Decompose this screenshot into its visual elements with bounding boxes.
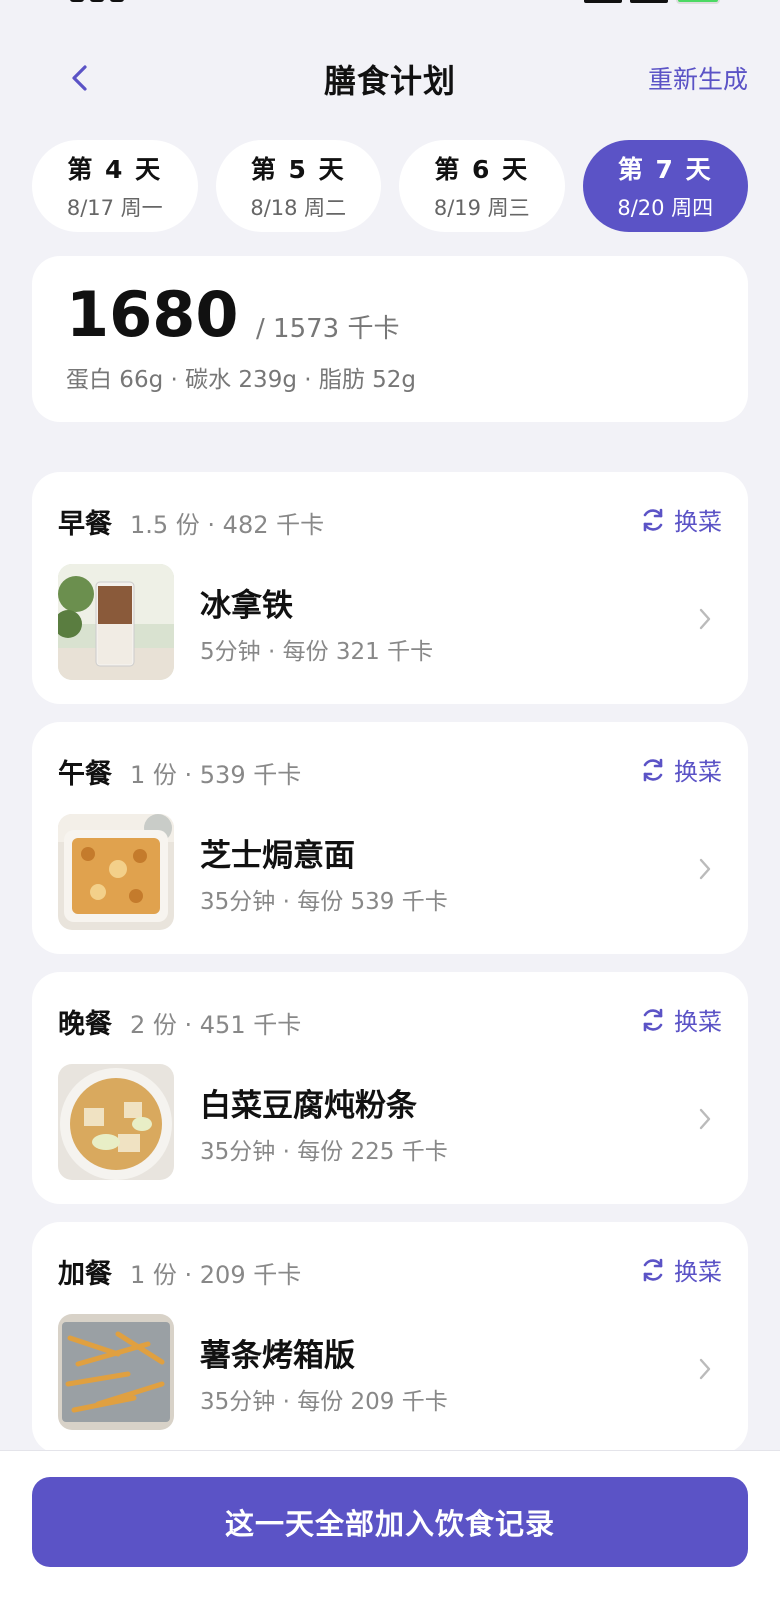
day-tab-7[interactable]: 第 7 天 8/20 周四	[582, 140, 748, 232]
swap-dish-button[interactable]: 换菜	[640, 1252, 722, 1287]
meal-header: 午餐 1 份 · 539 千卡	[58, 752, 301, 791]
status-bar	[0, 0, 780, 10]
day-tab-date: 8/17 周一	[66, 196, 163, 220]
swap-dish-button[interactable]: 换菜	[640, 1002, 722, 1037]
baked-pasta-image	[58, 814, 174, 930]
meal-summary: 2 份 · 451 千卡	[130, 1011, 302, 1039]
swap-dish-label: 换菜	[674, 1008, 722, 1036]
meal-card-dinner: 晚餐 2 份 · 451 千卡 换菜 白菜豆腐炖粉条 35分钟 · 每份 225…	[32, 972, 748, 1204]
meal-summary: 1.5 份 · 482 千卡	[130, 511, 325, 539]
meal-header: 晚餐 2 份 · 451 千卡	[58, 1002, 301, 1041]
meal-card-snack: 加餐 1 份 · 209 千卡 换菜 薯条烤箱版 35分钟 · 每份 209 千…	[32, 1222, 748, 1454]
swap-dish-label: 换菜	[674, 508, 722, 536]
bottom-action-bar: 这一天全部加入饮食记录	[0, 1450, 780, 1611]
day-tab-5[interactable]: 第 5 天 8/18 周二	[215, 140, 381, 232]
day-tab-label: 第 5 天	[250, 155, 346, 184]
signal-icon	[630, 0, 668, 3]
status-time	[70, 0, 180, 4]
day-tabs: 第 4 天 8/17 周一 第 5 天 8/18 周二 第 6 天 8/19 周…	[32, 140, 748, 232]
day-tab-date: 8/19 周三	[433, 196, 530, 220]
calorie-target: / 1573 千卡	[256, 314, 400, 344]
refresh-icon	[643, 1258, 663, 1281]
dish-name[interactable]: 薯条烤箱版	[200, 1330, 355, 1375]
meal-header: 早餐 1.5 份 · 482 千卡	[58, 502, 324, 541]
meal-type: 晚餐	[58, 1009, 112, 1040]
dish-name[interactable]: 白菜豆腐炖粉条	[200, 1080, 417, 1125]
add-all-to-diary-button[interactable]: 这一天全部加入饮食记录	[32, 1477, 748, 1567]
day-tab-label: 第 7 天	[617, 155, 713, 184]
swap-dish-button[interactable]: 换菜	[640, 502, 722, 537]
status-indicators	[584, 0, 720, 4]
chevron-right-icon[interactable]	[698, 607, 712, 631]
signal-icon	[584, 0, 622, 3]
meal-summary: 1 份 · 539 千卡	[130, 761, 302, 789]
swap-dish-button[interactable]: 换菜	[640, 752, 722, 787]
chevron-right-icon[interactable]	[698, 857, 712, 881]
refresh-icon	[643, 758, 663, 781]
meal-type: 午餐	[58, 759, 112, 790]
dish-meta: 5分钟 · 每份 321 千卡	[200, 639, 434, 665]
chevron-right-icon[interactable]	[698, 1357, 712, 1381]
day-tab-label: 第 4 天	[67, 155, 163, 184]
day-tab-date: 8/18 周二	[250, 196, 347, 220]
regenerate-button[interactable]: 重新生成	[648, 60, 748, 96]
dish-name[interactable]: 冰拿铁	[200, 580, 293, 625]
cabbage-tofu-stew-image	[58, 1064, 174, 1180]
header: 膳食计划 重新生成	[0, 48, 780, 108]
day-tab-6[interactable]: 第 6 天 8/19 周三	[399, 140, 565, 232]
meal-card-lunch: 午餐 1 份 · 539 千卡 换菜 芝士焗意面 35分钟 · 每份 539 千…	[32, 722, 748, 954]
nutrition-summary-card: 1680 / 1573 千卡 蛋白 66g · 碳水 239g · 脂肪 52g	[32, 256, 748, 422]
chevron-right-icon[interactable]	[698, 1107, 712, 1131]
meal-header: 加餐 1 份 · 209 千卡	[58, 1252, 301, 1291]
refresh-icon	[643, 508, 663, 531]
meal-plan-screen: 膳食计划 重新生成 第 4 天 8/17 周一 第 5 天 8/18 周二 第 …	[0, 0, 780, 1611]
meal-card-breakfast: 早餐 1.5 份 · 482 千卡 换菜 冰拿铁 5分钟 · 每份 321 千卡	[32, 472, 748, 704]
day-tab-label: 第 6 天	[434, 155, 530, 184]
refresh-icon	[643, 1008, 663, 1031]
dish-meta: 35分钟 · 每份 225 千卡	[200, 1139, 448, 1165]
meal-summary: 1 份 · 209 千卡	[130, 1261, 302, 1289]
iced-latte-image	[58, 564, 174, 680]
day-tab-4[interactable]: 第 4 天 8/17 周一	[32, 140, 198, 232]
battery-icon	[676, 0, 720, 4]
macros-summary: 蛋白 66g · 碳水 239g · 脂肪 52g	[66, 367, 417, 393]
total-calories: 1680	[66, 278, 239, 351]
swap-dish-label: 换菜	[674, 758, 722, 786]
day-tab-date: 8/20 周四	[617, 196, 714, 220]
dish-name[interactable]: 芝士焗意面	[200, 830, 355, 875]
fries-image	[58, 1314, 174, 1430]
dish-meta: 35分钟 · 每份 209 千卡	[200, 1389, 448, 1415]
dish-meta: 35分钟 · 每份 539 千卡	[200, 889, 448, 915]
meal-type: 早餐	[58, 509, 112, 540]
swap-dish-label: 换菜	[674, 1258, 722, 1286]
meal-type: 加餐	[58, 1259, 112, 1290]
